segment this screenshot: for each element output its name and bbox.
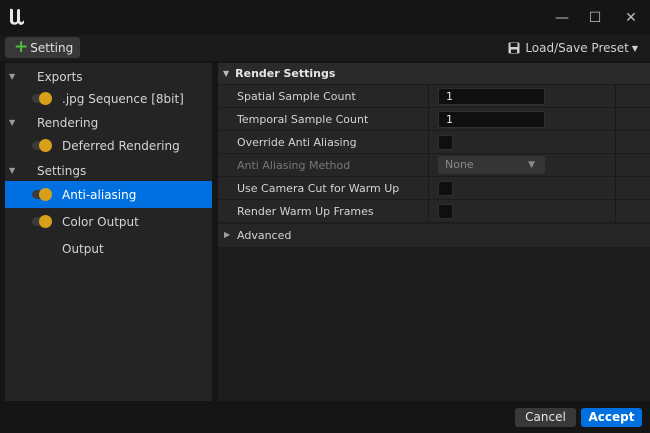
close-button[interactable]: ✕ <box>621 8 641 28</box>
expand-arrow-icon: ▼ <box>9 166 16 175</box>
dropdown-value: None <box>445 158 474 171</box>
tree-item-color-output[interactable]: Color Output <box>5 208 212 235</box>
tree-item-label: Color Output <box>62 214 139 229</box>
property-row-spatial-sample-count: Spatial Sample Count 1 <box>218 85 650 108</box>
minimize-button[interactable]: — <box>552 8 572 28</box>
accept-button[interactable]: Accept <box>581 408 642 427</box>
expand-arrow-icon: ▼ <box>9 72 16 81</box>
settings-tree: ▼ Exports .jpg Sequence [8bit] ▼ Renderi… <box>5 63 212 401</box>
property-row-temporal-sample-count: Temporal Sample Count 1 <box>218 108 650 131</box>
override-anti-aliasing-checkbox[interactable] <box>438 135 453 150</box>
enable-toggle[interactable] <box>32 139 52 152</box>
property-row-use-camera-cut: Use Camera Cut for Warm Up <box>218 177 650 200</box>
tree-item-jpg-sequence[interactable]: .jpg Sequence [8bit] <box>5 85 212 112</box>
load-save-preset-button[interactable]: Load/Save Preset ▼ <box>508 39 638 57</box>
tree-item-output[interactable]: Output <box>5 235 212 262</box>
expand-arrow-icon: ▼ <box>9 118 16 127</box>
property-row-override-anti-aliasing: Override Anti Aliasing <box>218 131 650 154</box>
tree-category-label: Exports <box>37 69 83 84</box>
load-save-preset-label: Load/Save Preset <box>525 41 629 55</box>
plus-icon: + <box>14 37 29 57</box>
anti-aliasing-method-dropdown[interactable]: None ▼ <box>438 156 545 174</box>
advanced-label: Advanced <box>237 229 292 242</box>
enable-toggle[interactable] <box>32 92 52 105</box>
property-label: Spatial Sample Count <box>237 90 356 103</box>
collapse-arrow-icon: ▼ <box>223 69 230 78</box>
details-panel: ▼ Render Settings Spatial Sample Count 1… <box>218 63 650 401</box>
tree-item-label: Output <box>62 241 104 256</box>
tree-item-label: Anti-aliasing <box>62 187 137 202</box>
title-bar: — ☐ ✕ <box>0 0 650 35</box>
add-setting-button[interactable]: + Setting <box>5 37 80 58</box>
tree-item-anti-aliasing[interactable]: Anti-aliasing <box>5 181 212 208</box>
chevron-down-icon: ▼ <box>528 160 535 170</box>
property-row-render-warm-up-frames: Render Warm Up Frames <box>218 200 650 223</box>
tree-item-deferred-rendering[interactable]: Deferred Rendering <box>5 132 212 159</box>
dialog-footer: Cancel Accept <box>0 401 650 433</box>
tree-category-label: Rendering <box>37 115 99 130</box>
enable-toggle[interactable] <box>32 188 52 201</box>
property-row-anti-aliasing-method: Anti Aliasing Method None ▼ <box>218 154 650 177</box>
property-label: Temporal Sample Count <box>237 113 369 126</box>
enable-toggle[interactable] <box>32 215 52 228</box>
property-label: Render Warm Up Frames <box>237 205 374 218</box>
spatial-sample-count-input[interactable]: 1 <box>438 88 545 105</box>
tree-category-settings[interactable]: ▼ Settings <box>5 157 212 184</box>
maximize-button[interactable]: ☐ <box>585 8 605 28</box>
tree-item-label: Deferred Rendering <box>62 138 180 153</box>
expand-arrow-icon: ▶ <box>224 230 231 239</box>
temporal-sample-count-input[interactable]: 1 <box>438 111 545 128</box>
caret-down-icon: ▼ <box>631 43 638 53</box>
render-settings-header[interactable]: ▼ Render Settings <box>218 63 650 84</box>
close-icon: ✕ <box>625 10 637 26</box>
minimize-icon: — <box>555 10 569 26</box>
cancel-button[interactable]: Cancel <box>515 408 576 427</box>
maximize-icon: ☐ <box>588 10 602 26</box>
section-title: Render Settings <box>235 67 336 80</box>
tree-category-label: Settings <box>37 163 87 178</box>
tree-item-label: .jpg Sequence [8bit] <box>62 91 184 106</box>
use-camera-cut-checkbox[interactable] <box>438 181 453 196</box>
unreal-engine-logo-icon <box>10 8 24 25</box>
toolbar: + Setting Load/Save Preset ▼ <box>0 35 650 61</box>
property-label: Override Anti Aliasing <box>237 136 357 149</box>
save-icon <box>508 42 520 54</box>
property-label: Use Camera Cut for Warm Up <box>237 182 400 195</box>
render-warm-up-frames-checkbox[interactable] <box>438 204 453 219</box>
add-setting-label: Setting <box>30 40 74 55</box>
property-label: Anti Aliasing Method <box>237 159 351 172</box>
advanced-section-header[interactable]: ▶ Advanced <box>218 224 650 247</box>
